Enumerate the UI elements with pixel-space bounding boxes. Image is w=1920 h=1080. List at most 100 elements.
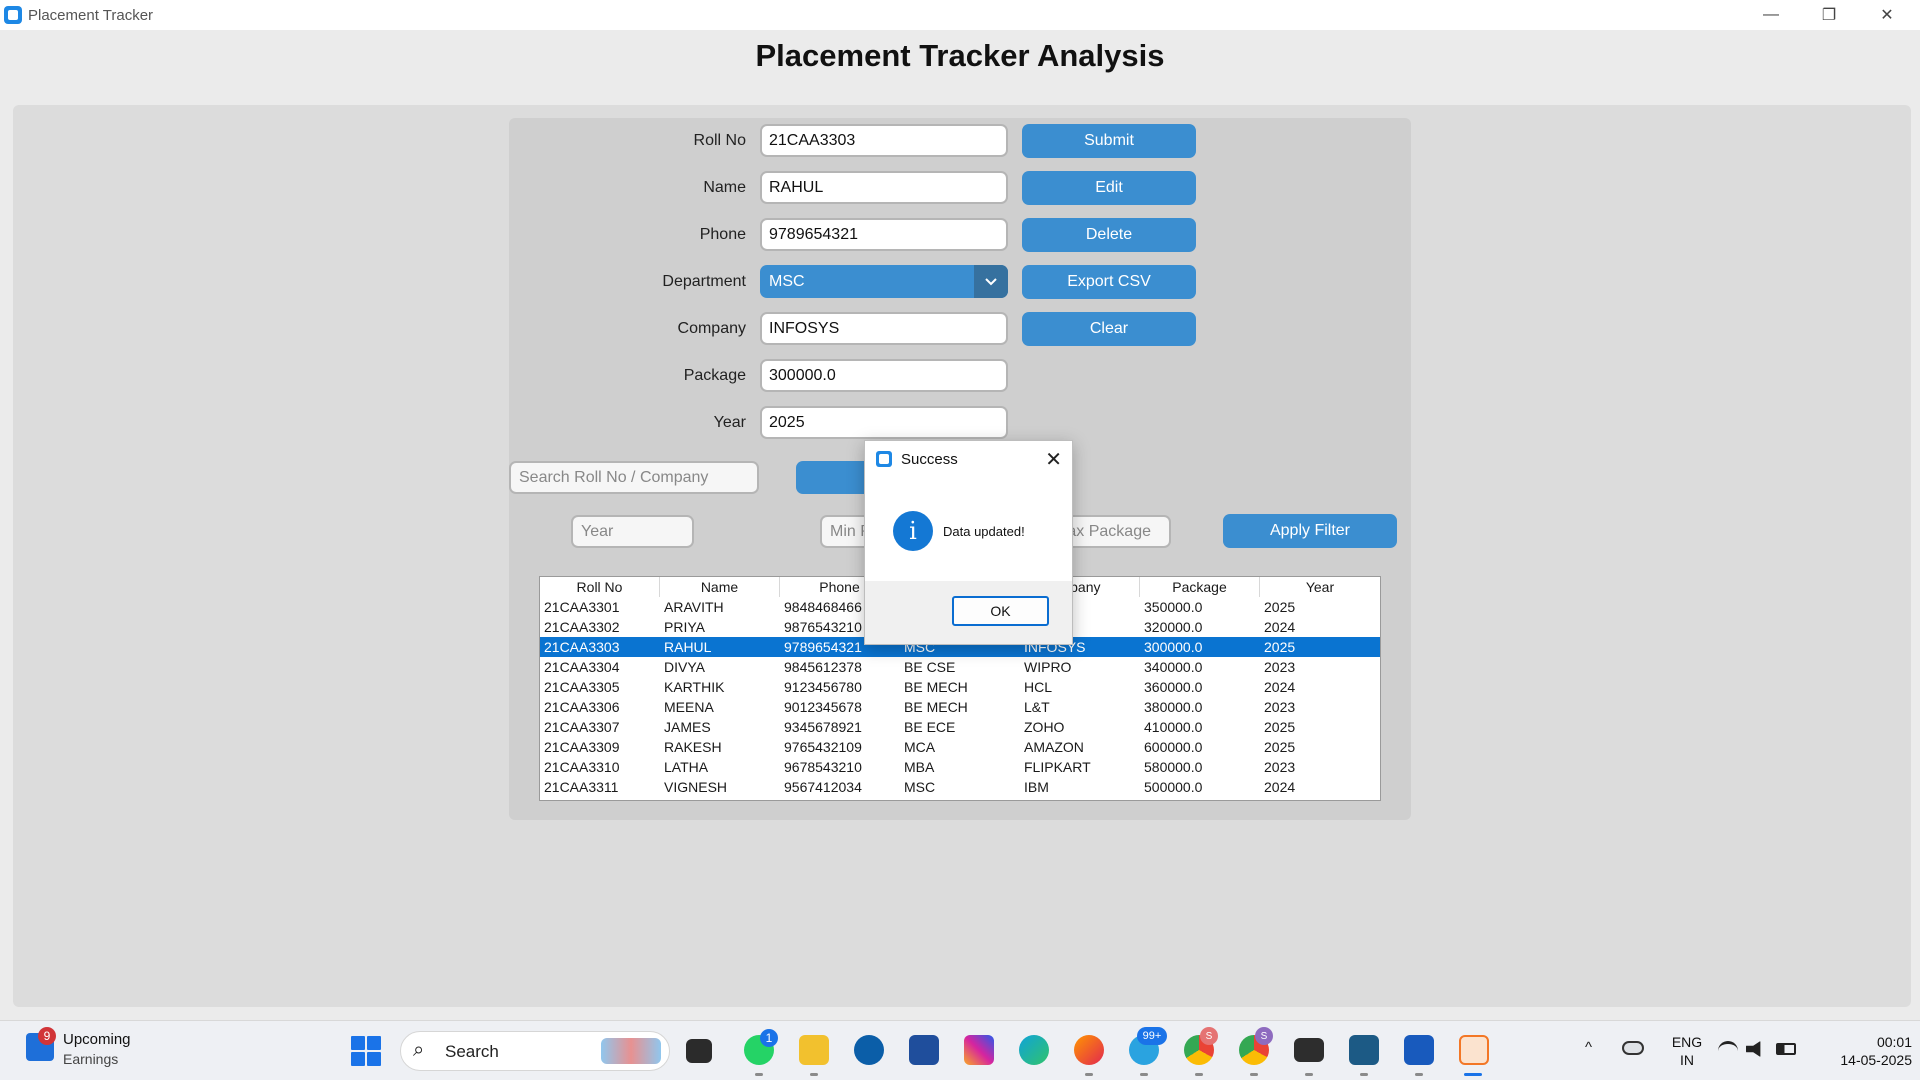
close-button[interactable]: ✕ bbox=[1858, 0, 1916, 30]
table-cell: BE MECH bbox=[904, 699, 968, 715]
table-cell: WIPRO bbox=[1024, 659, 1072, 675]
company-field[interactable]: INFOSYS bbox=[760, 312, 1008, 345]
submit-button[interactable]: Submit bbox=[1022, 124, 1196, 158]
table-cell: RAKESH bbox=[664, 739, 722, 755]
maximize-button[interactable]: ❐ bbox=[1800, 0, 1858, 30]
table-cell: L&T bbox=[1024, 699, 1050, 715]
table-cell: 21CAA3310 bbox=[544, 759, 620, 775]
phone-field[interactable]: 9789654321 bbox=[760, 218, 1008, 251]
window-titlebar: Placement Tracker — ❐ ✕ bbox=[0, 0, 1920, 30]
table-cell: 580000.0 bbox=[1144, 759, 1203, 775]
table-row[interactable]: 21CAA3306 MEENA 9012345678 BE MECH L&T 380000… bbox=[540, 697, 1380, 717]
search-highlight-image bbox=[601, 1038, 661, 1064]
windows-start-icon[interactable] bbox=[351, 1036, 381, 1066]
jupyter-icon[interactable] bbox=[1459, 1035, 1489, 1065]
search-input[interactable]: Search Roll No / Company bbox=[509, 461, 759, 494]
export-csv-button[interactable]: Export CSV bbox=[1022, 265, 1196, 299]
taskbar-search[interactable]: ⌕ Search bbox=[400, 1031, 670, 1071]
apply-filter-button[interactable]: Apply Filter bbox=[1223, 514, 1397, 548]
profile-badge: S bbox=[1255, 1027, 1273, 1045]
running-indicator bbox=[810, 1073, 818, 1076]
table-cell: 21CAA3305 bbox=[544, 679, 620, 695]
region-code: IN bbox=[1680, 1052, 1694, 1068]
table-cell: MCA bbox=[904, 739, 936, 755]
volume-icon[interactable] bbox=[1746, 1041, 1761, 1057]
tray-chevron-icon[interactable]: ^ bbox=[1585, 1039, 1592, 1056]
table-cell: RAHUL bbox=[664, 639, 712, 655]
widget-title[interactable]: Upcoming bbox=[63, 1031, 131, 1048]
column-header[interactable]: Package bbox=[1140, 577, 1260, 597]
table-row[interactable]: 21CAA3304 DIVYA 9845612378 BE CSE WIPRO 34000… bbox=[540, 657, 1380, 677]
table-cell: 21CAA3303 bbox=[544, 639, 620, 655]
window-title: Placement Tracker bbox=[28, 7, 154, 24]
task-view-icon[interactable] bbox=[686, 1039, 712, 1063]
table-cell: 300000.0 bbox=[1144, 639, 1203, 655]
store-icon[interactable] bbox=[909, 1035, 939, 1065]
table-cell: MBA bbox=[904, 759, 935, 775]
clear-button[interactable]: Clear bbox=[1022, 312, 1196, 346]
table-cell: 2024 bbox=[1264, 619, 1296, 635]
table-cell: 9765432109 bbox=[784, 739, 862, 755]
column-header[interactable]: Roll No bbox=[540, 577, 660, 597]
close-icon[interactable]: ✕ bbox=[1045, 447, 1062, 472]
file-explorer-icon[interactable] bbox=[799, 1035, 829, 1065]
onedrive-icon[interactable] bbox=[1622, 1041, 1644, 1055]
table-cell: 21CAA3301 bbox=[544, 599, 620, 615]
roll-no-field[interactable]: 21CAA3303 bbox=[760, 124, 1008, 157]
edit-button[interactable]: Edit bbox=[1022, 171, 1196, 205]
table-row[interactable]: 21CAA3305 KARTHIK 9123456780 BE MECH HCL 3600… bbox=[540, 677, 1380, 697]
table-cell: 2023 bbox=[1264, 659, 1296, 675]
success-dialog: Success ✕ i Data updated! OK bbox=[864, 440, 1073, 645]
running-indicator bbox=[1085, 1073, 1093, 1076]
table-cell: ARAVITH bbox=[664, 599, 724, 615]
table-cell: 9678543210 bbox=[784, 759, 862, 775]
year-filter-input[interactable]: Year bbox=[571, 515, 694, 548]
dell-icon[interactable] bbox=[854, 1035, 884, 1065]
name-label: Name bbox=[703, 179, 746, 196]
mysql-workbench-icon[interactable] bbox=[1349, 1035, 1379, 1065]
name-field[interactable]: RAHUL bbox=[760, 171, 1008, 204]
table-row[interactable]: 21CAA3310 LATHA 9678543210 MBA FLIPKART 58000… bbox=[540, 757, 1380, 777]
table-row[interactable]: 21CAA3309 RAKESH 9765432109 MCA AMAZON 600000… bbox=[540, 737, 1380, 757]
table-cell: 9567412034 bbox=[784, 779, 862, 795]
table-cell: 21CAA3302 bbox=[544, 619, 620, 635]
system-clock[interactable]: 00:01 14-05-2025 bbox=[1812, 1033, 1912, 1069]
table-cell: VIGNESH bbox=[664, 779, 728, 795]
package-field[interactable]: 300000.0 bbox=[760, 359, 1008, 392]
table-cell: 2024 bbox=[1264, 679, 1296, 695]
word-icon[interactable] bbox=[1404, 1035, 1434, 1065]
firefox-icon[interactable] bbox=[1074, 1035, 1104, 1065]
table-cell: 2023 bbox=[1264, 759, 1296, 775]
terminal-icon[interactable] bbox=[1294, 1038, 1324, 1062]
widget-subtitle[interactable]: Earnings bbox=[63, 1051, 118, 1067]
minimize-button[interactable]: — bbox=[1742, 0, 1800, 30]
year-label: Year bbox=[713, 414, 746, 431]
table-cell: 410000.0 bbox=[1144, 719, 1203, 735]
ok-button[interactable]: OK bbox=[952, 596, 1049, 626]
roll-no-label: Roll No bbox=[693, 132, 746, 149]
table-cell: 2024 bbox=[1264, 779, 1296, 795]
table-row[interactable]: 21CAA3311 VIGNESH 9567412034 MSC IBM 500000.0… bbox=[540, 777, 1380, 797]
running-indicator bbox=[1195, 1073, 1203, 1076]
department-select[interactable]: MSC bbox=[760, 265, 1008, 298]
table-cell: 2025 bbox=[1264, 639, 1296, 655]
whatsapp-badge: 1 bbox=[760, 1029, 778, 1047]
wifi-icon[interactable] bbox=[1718, 1041, 1738, 1057]
column-header[interactable]: Year bbox=[1260, 577, 1380, 597]
edge-icon[interactable] bbox=[1019, 1035, 1049, 1065]
battery-icon[interactable] bbox=[1776, 1043, 1796, 1055]
delete-button[interactable]: Delete bbox=[1022, 218, 1196, 252]
column-header[interactable]: Name bbox=[660, 577, 780, 597]
table-cell: 9845612378 bbox=[784, 659, 862, 675]
chevron-down-icon[interactable] bbox=[974, 265, 1008, 298]
instagram-icon[interactable] bbox=[964, 1035, 994, 1065]
department-label: Department bbox=[662, 273, 746, 290]
year-field[interactable]: 2025 bbox=[760, 406, 1008, 439]
table-cell: 2025 bbox=[1264, 719, 1296, 735]
table-cell: 21CAA3311 bbox=[544, 779, 619, 795]
table-cell: IBM bbox=[1024, 779, 1049, 795]
table-cell: 21CAA3306 bbox=[544, 699, 620, 715]
language-indicator[interactable]: ENG IN bbox=[1667, 1033, 1707, 1069]
table-row[interactable]: 21CAA3307 JAMES 9345678921 BE ECE ZOHO 410000… bbox=[540, 717, 1380, 737]
table-cell: DIVYA bbox=[664, 659, 705, 675]
